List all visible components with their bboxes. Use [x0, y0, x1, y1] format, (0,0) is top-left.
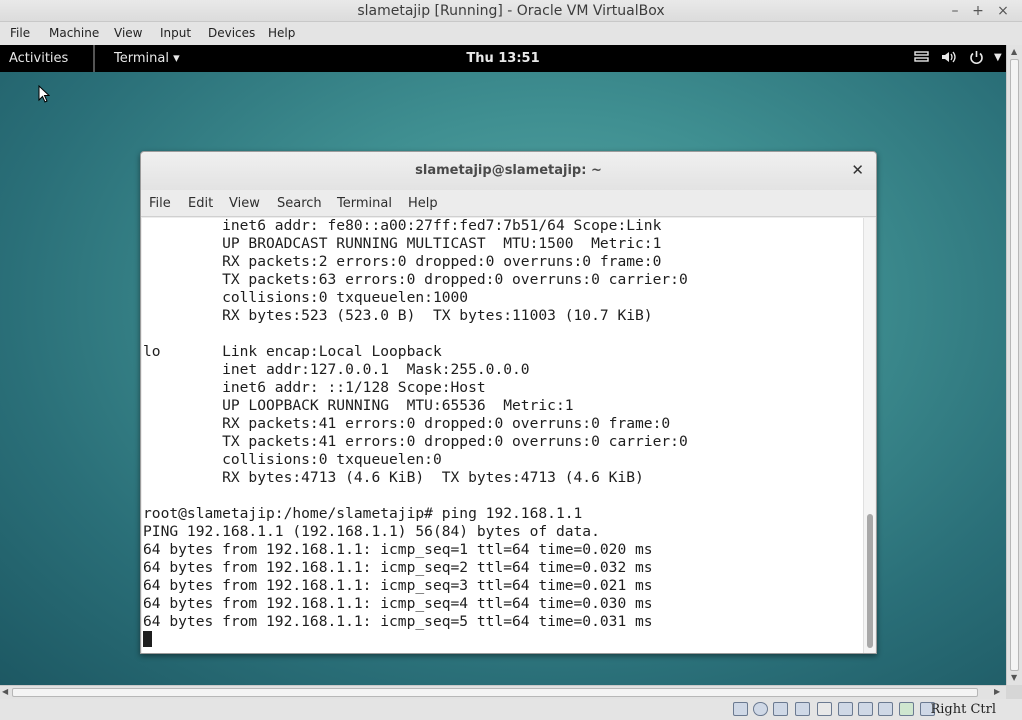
volume-icon[interactable] [941, 50, 957, 68]
terminal-scrollbar-thumb[interactable] [867, 514, 873, 648]
optical-drive-icon[interactable] [753, 702, 768, 716]
menu-input[interactable]: Input [160, 26, 191, 40]
terminal-line: inet6 addr: fe80::a00:27ff:fed7:7b51/64 … [143, 218, 662, 234]
hard-disk-icon[interactable] [733, 702, 748, 716]
terminal-window[interactable]: slametajip@slametajip: ~ ✕ File Edit Vie… [140, 151, 877, 654]
terminal-line: TX packets:41 errors:0 dropped:0 overrun… [143, 433, 688, 450]
audio-icon[interactable] [899, 702, 914, 716]
terminal-line: RX packets:2 errors:0 dropped:0 overruns… [143, 253, 662, 270]
terminal-line: RX bytes:4713 (4.6 KiB) TX bytes:4713 (4… [143, 469, 644, 486]
video-capture-icon[interactable] [858, 702, 873, 716]
maximize-icon[interactable]: + [969, 2, 987, 20]
terminal-line: 64 bytes from 192.168.1.1: icmp_seq=5 tt… [143, 613, 653, 630]
vbox-vertical-scroll-thumb[interactable] [1010, 59, 1019, 671]
terminal-line: root@slametajip:/home/slametajip# ping 1… [143, 505, 583, 522]
terminal-line: PING 192.168.1.1 (192.168.1.1) 56(84) by… [143, 523, 600, 540]
menu-file[interactable]: File [10, 26, 30, 40]
chevron-down-icon[interactable]: ▼ [994, 52, 1002, 63]
vbox-vertical-scrollbar[interactable]: ▲ ▼ [1006, 45, 1022, 685]
terminal-menu-help[interactable]: Help [408, 196, 438, 211]
terminal-titlebar[interactable]: slametajip@slametajip: ~ ✕ [141, 152, 876, 190]
terminal-scrollbar[interactable] [863, 218, 875, 653]
vbox-horizontal-scroll-thumb[interactable] [12, 688, 978, 697]
terminal-line: inet addr:127.0.0.1 Mask:255.0.0.0 [143, 361, 530, 378]
terminal-line: TX packets:63 errors:0 dropped:0 overrun… [143, 271, 688, 288]
terminal-line: UP LOOPBACK RUNNING MTU:65536 Metric:1 [143, 397, 574, 414]
terminal-prompt-line[interactable] [143, 631, 688, 649]
mouse-pointer-icon [38, 85, 50, 103]
scroll-right-icon[interactable]: ▶ [994, 687, 1000, 696]
cpu-icon[interactable] [878, 702, 893, 716]
terminal-line: 64 bytes from 192.168.1.1: icmp_seq=4 tt… [143, 595, 653, 612]
shared-folders-icon[interactable] [795, 702, 810, 716]
menu-devices[interactable]: Devices [208, 26, 255, 40]
menu-machine[interactable]: Machine [49, 26, 99, 40]
terminal-menu-search[interactable]: Search [277, 196, 322, 211]
vbox-statusbar: Right Ctrl [0, 699, 1022, 720]
terminal-line: UP BROADCAST RUNNING MULTICAST MTU:1500 … [143, 235, 662, 252]
terminal-menu-file[interactable]: File [149, 196, 171, 211]
gnome-top-bar: Activities Terminal ▾ Thu 13:51 ▼ [0, 45, 1006, 72]
scroll-down-icon[interactable]: ▼ [1011, 673, 1017, 682]
terminal-line: lo Link encap:Local Loopback [143, 343, 442, 360]
terminal-line: inet6 addr: ::1/128 Scope:Host [143, 379, 486, 396]
terminal-line: collisions:0 txqueuelen:0 [143, 451, 442, 468]
close-icon[interactable]: × [994, 2, 1012, 20]
usb-icon[interactable] [773, 702, 788, 716]
minimize-icon[interactable]: – [946, 2, 964, 20]
text-cursor [143, 631, 152, 647]
terminal-output[interactable]: inet6 addr: fe80::a00:27ff:fed7:7b51/64 … [142, 218, 864, 653]
menu-help[interactable]: Help [268, 26, 295, 40]
terminal-line: 64 bytes from 192.168.1.1: icmp_seq=3 tt… [143, 577, 653, 594]
terminal-menu-view[interactable]: View [229, 196, 260, 211]
menu-view[interactable]: View [114, 26, 142, 40]
terminal-menu-terminal[interactable]: Terminal [337, 196, 392, 211]
vbox-titlebar: slametajip [Running] - Oracle VM Virtual… [0, 0, 1022, 22]
clock[interactable]: Thu 13:51 [0, 51, 1006, 66]
network-icon[interactable] [838, 702, 853, 716]
vbox-horizontal-scrollbar[interactable]: ◀ ▶ [0, 685, 1006, 699]
guest-desktop[interactable]: Activities Terminal ▾ Thu 13:51 ▼ slamet… [0, 45, 1006, 685]
vbox-menubar: File Machine View Input Devices Help [0, 22, 1022, 45]
scroll-left-icon[interactable]: ◀ [2, 687, 8, 696]
terminal-line: 64 bytes from 192.168.1.1: icmp_seq=1 tt… [143, 541, 653, 558]
window-title: slametajip [Running] - Oracle VM Virtual… [357, 3, 665, 19]
host-key-label: Right Ctrl [930, 702, 996, 717]
network-wired-icon[interactable] [914, 50, 929, 67]
terminal-menubar: File Edit View Search Terminal Help [141, 190, 876, 217]
terminal-text: inet6 addr: fe80::a00:27ff:fed7:7b51/64 … [143, 218, 688, 649]
power-icon[interactable] [969, 50, 984, 69]
terminal-line: RX packets:41 errors:0 dropped:0 overrun… [143, 415, 671, 432]
terminal-close-icon[interactable]: ✕ [851, 161, 864, 179]
display-icon[interactable] [817, 702, 832, 716]
terminal-line: RX bytes:523 (523.0 B) TX bytes:11003 (1… [143, 307, 653, 324]
terminal-line: 64 bytes from 192.168.1.1: icmp_seq=2 tt… [143, 559, 653, 576]
scroll-up-icon[interactable]: ▲ [1011, 47, 1017, 56]
terminal-menu-edit[interactable]: Edit [188, 196, 213, 211]
terminal-line: collisions:0 txqueuelen:1000 [143, 289, 469, 306]
terminal-title: slametajip@slametajip: ~ [415, 163, 602, 178]
